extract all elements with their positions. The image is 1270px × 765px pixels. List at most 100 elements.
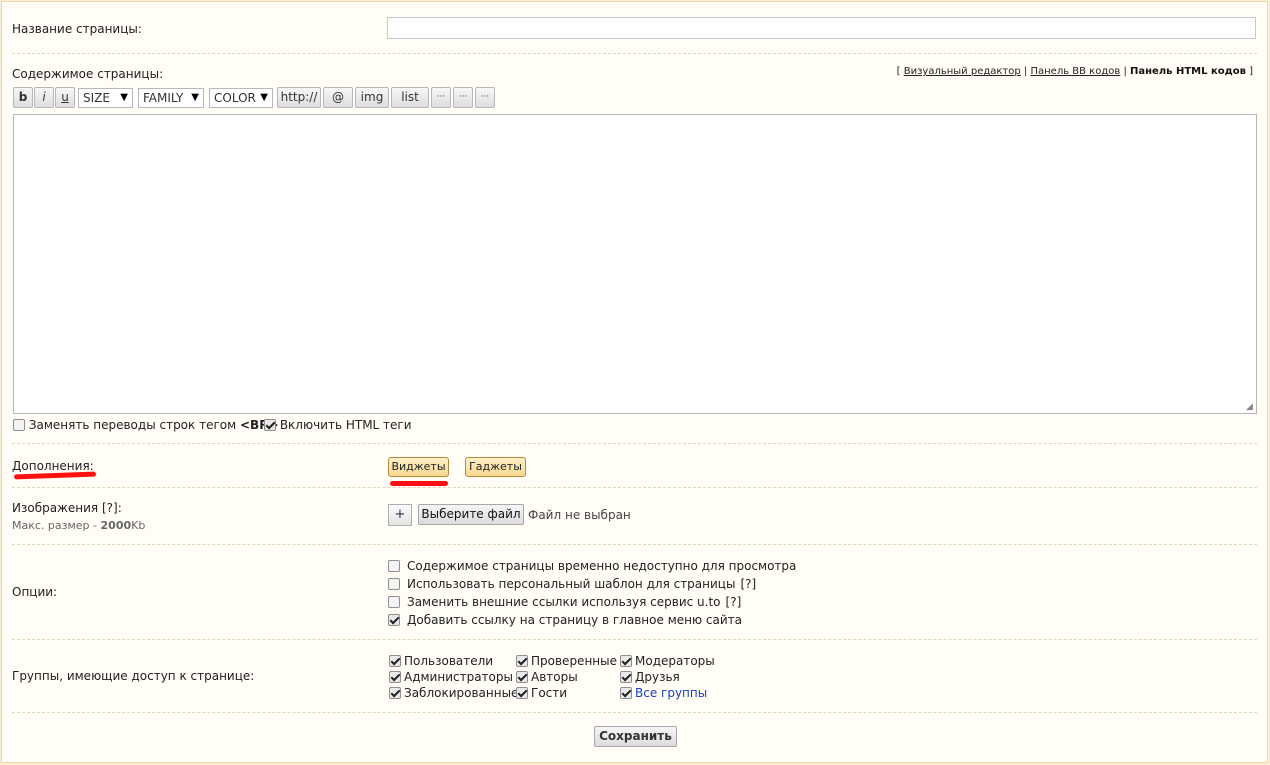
option-item[interactable]: Использовать персональный шаблон для стр…: [388, 577, 756, 591]
separator: |: [1123, 66, 1127, 77]
group-item[interactable]: Гости: [516, 686, 567, 700]
family-select[interactable]: FAMILY ▼: [138, 88, 204, 108]
group-checkbox[interactable]: [389, 671, 401, 683]
separator: |: [1023, 66, 1028, 77]
max-size-unit: Kb: [131, 519, 146, 532]
underline-button[interactable]: u: [55, 87, 75, 108]
content-textarea[interactable]: ◢: [13, 114, 1257, 414]
group-checkbox[interactable]: [389, 655, 401, 667]
images-colon: :: [117, 501, 122, 515]
html-tags-label: Включить HTML теги: [279, 418, 412, 432]
max-size-hint: Макс. размер - 2000Kb: [12, 519, 145, 532]
italic-button[interactable]: i: [34, 87, 54, 108]
more-button-3[interactable]: ···: [475, 87, 495, 108]
group-item[interactable]: Модераторы: [620, 654, 715, 668]
replace-br-label: Заменять переводы строк тегом: [28, 418, 237, 432]
form-panel: Название страницы: Содержимое страницы: …: [1, 1, 1268, 763]
option-checkbox[interactable]: [388, 560, 400, 572]
more-button-2[interactable]: ···: [453, 87, 473, 108]
bold-button[interactable]: b: [13, 87, 33, 108]
option-checkbox[interactable]: [388, 614, 400, 626]
replace-br-option[interactable]: Заменять переводы строк тегом <BR>: [13, 418, 279, 432]
bracket-close: ]: [1249, 66, 1253, 77]
content-label: Содержимое страницы:: [12, 67, 164, 81]
max-size-label: Макс. размер -: [12, 519, 98, 532]
option-label: Использовать персональный шаблон для стр…: [407, 577, 736, 591]
option-checkbox[interactable]: [388, 578, 400, 590]
images-help-link[interactable]: [?]: [102, 501, 118, 515]
dropdown-arrow-icon: ▼: [120, 92, 128, 103]
groups-label: Группы, имеющие доступ к странице:: [12, 669, 255, 683]
family-select-value: FAMILY: [143, 91, 184, 105]
group-label: Заблокированные: [404, 686, 519, 700]
options-label: Опции:: [12, 585, 58, 599]
images-label: Изображения: [12, 501, 99, 515]
group-label: Авторы: [531, 670, 578, 684]
email-button[interactable]: @: [323, 87, 353, 108]
option-item[interactable]: Содержимое страницы временно недоступно …: [388, 559, 796, 573]
title-input[interactable]: [387, 17, 1256, 39]
html-codes-label: Панель HTML кодов: [1130, 66, 1246, 77]
color-select-value: COLOR: [214, 91, 256, 105]
group-item[interactable]: Проверенные: [516, 654, 617, 668]
option-label: Содержимое страницы временно недоступно …: [407, 559, 797, 573]
dropdown-arrow-icon: ▼: [191, 92, 199, 103]
addons-row: Дополнения:: [12, 444, 1257, 488]
size-select[interactable]: SIZE ▼: [78, 88, 133, 108]
image-button[interactable]: img: [355, 87, 389, 108]
group-checkbox[interactable]: [516, 655, 528, 667]
images-label-group: Изображения [?]:: [12, 501, 122, 515]
option-label: Добавить ссылку на страницу в главное ме…: [407, 613, 742, 627]
add-image-button[interactable]: +: [388, 504, 412, 526]
group-item[interactable]: Все группы: [620, 686, 707, 700]
title-label: Название страницы:: [12, 22, 142, 36]
group-item[interactable]: Пользователи: [389, 654, 493, 668]
group-item[interactable]: Заблокированные: [389, 686, 518, 700]
html-tags-checkbox[interactable]: [264, 419, 276, 431]
group-label: Проверенные: [531, 654, 617, 668]
save-button[interactable]: Сохранить: [594, 726, 677, 747]
group-item[interactable]: Администраторы: [389, 670, 513, 684]
group-label: Гости: [531, 686, 568, 700]
option-help-link[interactable]: [?]: [726, 595, 742, 609]
list-button[interactable]: list: [391, 87, 429, 108]
bb-codes-link[interactable]: Панель BB кодов: [1030, 66, 1120, 77]
option-label: Заменить внешние ссылки используя сервис…: [407, 595, 721, 609]
group-checkbox[interactable]: [389, 687, 401, 699]
editor-mode-links: [ Визуальный редактор | Панель BB кодов …: [897, 66, 1253, 77]
resize-grip-icon[interactable]: ◢: [1246, 403, 1255, 412]
group-checkbox[interactable]: [620, 655, 632, 667]
group-checkbox[interactable]: [516, 687, 528, 699]
option-help-link[interactable]: [?]: [740, 577, 756, 591]
all-groups-link[interactable]: Все группы: [635, 686, 707, 700]
max-size-value: 2000: [100, 519, 132, 532]
group-label: Пользователи: [404, 654, 494, 668]
bracket-open: [: [896, 66, 901, 77]
html-tags-option[interactable]: Включить HTML теги: [264, 418, 412, 432]
option-checkbox[interactable]: [388, 596, 400, 608]
choose-file-button[interactable]: Выберите файл: [418, 504, 524, 525]
addons-label: Дополнения:: [12, 459, 94, 473]
visual-editor-link[interactable]: Визуальный редактор: [904, 66, 1021, 77]
group-item[interactable]: Авторы: [516, 670, 578, 684]
option-item[interactable]: Добавить ссылку на страницу в главное ме…: [388, 613, 742, 627]
replace-br-checkbox[interactable]: [13, 419, 25, 431]
group-checkbox[interactable]: [620, 687, 632, 699]
group-checkbox[interactable]: [620, 671, 632, 683]
group-label: Друзья: [635, 670, 680, 684]
size-select-value: SIZE: [83, 91, 110, 105]
gadgets-button[interactable]: Гаджеты: [465, 457, 526, 477]
file-status: Файл не выбран: [528, 508, 631, 522]
images-row: Изображения [?]: Макс. размер - 2000Kb: [12, 488, 1257, 545]
group-label: Модераторы: [635, 654, 715, 668]
color-select[interactable]: COLOR ▼: [209, 88, 273, 108]
group-checkbox[interactable]: [516, 671, 528, 683]
group-label: Администраторы: [404, 670, 513, 684]
annotation-underline: [390, 481, 448, 486]
option-item[interactable]: Заменить внешние ссылки используя сервис…: [388, 595, 741, 609]
link-button[interactable]: http://: [277, 87, 321, 108]
more-button-1[interactable]: ···: [431, 87, 451, 108]
dropdown-arrow-icon: ▼: [260, 92, 268, 103]
group-item[interactable]: Друзья: [620, 670, 680, 684]
widgets-button[interactable]: Виджеты: [388, 457, 449, 477]
